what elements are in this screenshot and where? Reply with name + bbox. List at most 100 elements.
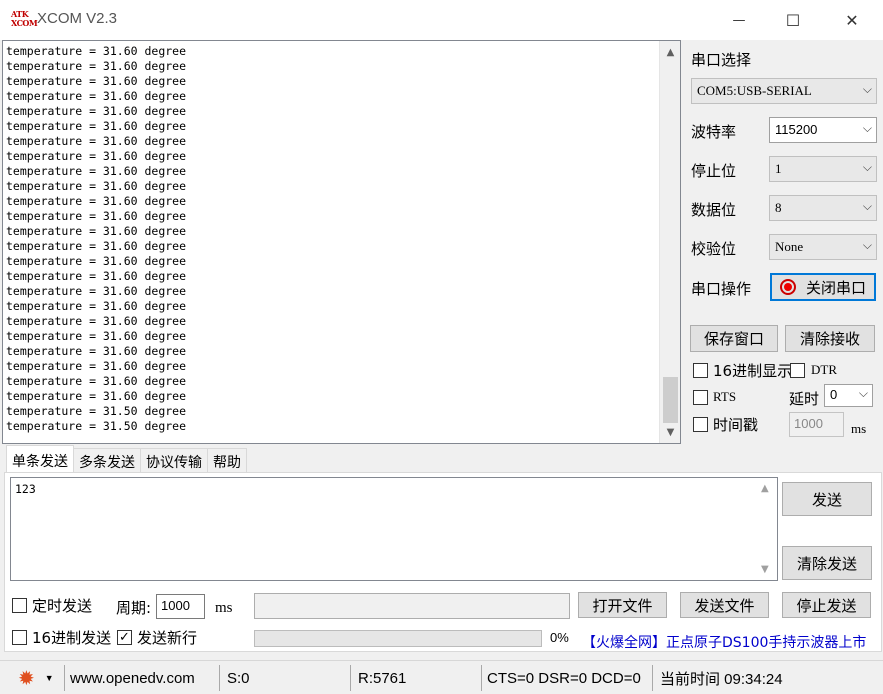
scroll-up-icon[interactable]: ▲ — [660, 43, 680, 61]
period-unit: ms — [215, 600, 233, 616]
timestamp-ms-input[interactable]: 1000 — [789, 412, 844, 437]
settings-menu-button[interactable]: ✹ ▼ — [18, 661, 54, 694]
status-bar: ✹ ▼ www.openedv.com S:0 R:5761 CTS=0 DSR… — [0, 660, 883, 694]
receive-line: temperature = 31.60 degree — [6, 194, 187, 208]
scroll-down-icon[interactable]: ▼ — [761, 564, 769, 575]
current-time: 当前时间 09:34:24 — [660, 670, 783, 688]
chevron-down-icon: ⌵ — [862, 199, 872, 213]
gear-icon: ✹ — [18, 667, 35, 690]
receive-line: temperature = 31.60 degree — [6, 299, 187, 313]
chevron-down-icon: ⌵ — [862, 82, 872, 96]
check-icon: ✓ — [119, 630, 130, 645]
chevron-down-icon: ▼ — [44, 673, 54, 683]
dtr-label: DTR — [811, 362, 837, 377]
stop-bits-value: 1 — [775, 161, 782, 176]
period-value: 1000 — [161, 598, 190, 613]
send-button[interactable]: 发送 — [782, 482, 872, 516]
clear-send-button[interactable]: 清除发送 — [782, 546, 872, 580]
promo-link[interactable]: 【火爆全网】正点原子DS100手持示波器上市 — [582, 632, 866, 652]
delay-select[interactable]: 0 ⌵ — [824, 384, 873, 407]
parity-label: 校验位 — [691, 240, 737, 258]
receive-line: temperature = 31.60 degree — [6, 284, 187, 298]
stop-bits-select[interactable]: 1 ⌵ — [769, 156, 877, 182]
receive-line: temperature = 31.60 degree — [6, 344, 187, 358]
delay-value: 0 — [830, 387, 838, 402]
period-input[interactable]: 1000 — [156, 594, 205, 619]
baud-select[interactable]: 115200 ⌵ — [769, 117, 877, 143]
scroll-thumb[interactable] — [663, 377, 678, 423]
receive-line: temperature = 31.60 degree — [6, 254, 187, 268]
save-window-button[interactable]: 保存窗口 — [690, 325, 778, 352]
timed-send-checkbox[interactable] — [12, 598, 27, 613]
receive-line: temperature = 31.60 degree — [6, 359, 187, 373]
receive-text: temperature = 31.60 degree temperature = … — [6, 44, 186, 434]
minimize-icon: — — [732, 12, 746, 28]
data-bits-select[interactable]: 8 ⌵ — [769, 195, 877, 221]
logo-bottom-text: XCOM — [11, 18, 38, 28]
received-count: R:5761 — [358, 669, 407, 687]
dtr-checkbox[interactable] — [790, 363, 805, 378]
data-bits-value: 8 — [775, 200, 782, 215]
file-path-input[interactable] — [254, 593, 570, 619]
receive-line: temperature = 31.60 degree — [6, 149, 187, 163]
clear-receive-button[interactable]: 清除接收 — [785, 325, 875, 352]
receive-scrollbar[interactable]: ▲ ▼ — [659, 41, 680, 443]
parity-select[interactable]: None ⌵ — [769, 234, 877, 260]
close-port-button[interactable]: 关闭串口 — [770, 273, 876, 301]
receive-line: temperature = 31.60 degree — [6, 269, 187, 283]
baud-value: 115200 — [775, 122, 818, 137]
hex-send-checkbox[interactable] — [12, 630, 27, 645]
hex-display-checkbox[interactable] — [693, 363, 708, 378]
send-file-button[interactable]: 发送文件 — [680, 592, 769, 618]
baud-label: 波特率 — [691, 123, 737, 141]
chevron-down-icon: ⌵ — [862, 121, 872, 135]
stop-send-label: 停止发送 — [796, 596, 857, 615]
tab-single-send[interactable]: 单条发送 — [6, 445, 74, 472]
open-file-label: 打开文件 — [592, 596, 653, 615]
minimize-button[interactable]: — — [716, 0, 762, 40]
data-bits-label: 数据位 — [691, 201, 737, 219]
receive-line: temperature = 31.50 degree — [6, 419, 187, 433]
receive-line: temperature = 31.60 degree — [6, 164, 187, 178]
receive-textarea[interactable]: temperature = 31.60 degree temperature = … — [2, 40, 681, 444]
maximize-button[interactable]: ☐ — [770, 0, 816, 40]
chevron-down-icon: ⌵ — [858, 386, 868, 400]
tab-protocol[interactable]: 协议传输 — [140, 448, 208, 472]
send-newline-checkbox[interactable]: ✓ — [117, 630, 132, 645]
scroll-up-icon[interactable]: ▲ — [761, 483, 769, 494]
app-logo: ATK XCOM — [11, 10, 38, 30]
close-icon: ✕ — [845, 10, 859, 30]
open-file-button[interactable]: 打开文件 — [578, 592, 667, 618]
port-operation-label: 串口操作 — [691, 280, 752, 298]
receive-line: temperature = 31.60 degree — [6, 239, 187, 253]
title-bar: ATK XCOM XCOM V2.3 — ☐ ✕ — [0, 0, 883, 40]
send-file-label: 发送文件 — [694, 596, 755, 615]
receive-line: temperature = 31.50 degree — [6, 404, 187, 418]
send-scrollbar[interactable]: ▲ ▼ — [757, 478, 777, 580]
scroll-down-icon[interactable]: ▼ — [660, 423, 680, 441]
port-select[interactable]: COM5:USB-SERIAL ⌵ — [691, 78, 877, 104]
delay-label: 延时 — [789, 390, 820, 408]
timestamp-checkbox[interactable] — [693, 417, 708, 432]
receive-line: temperature = 31.60 degree — [6, 74, 187, 88]
maximize-icon: ☐ — [785, 10, 801, 30]
receive-line: temperature = 31.60 degree — [6, 329, 187, 343]
rts-checkbox[interactable] — [693, 390, 708, 405]
send-textarea[interactable]: 123 ▲ ▼ — [10, 477, 778, 581]
close-port-label: 关闭串口 — [805, 278, 866, 297]
receive-line: temperature = 31.60 degree — [6, 119, 187, 133]
period-label: 周期: — [116, 599, 152, 617]
receive-line: temperature = 31.60 degree — [6, 314, 187, 328]
tab-help[interactable]: 帮助 — [207, 448, 247, 472]
parity-value: None — [775, 239, 804, 254]
status-separator — [64, 665, 65, 691]
send-newline-label: 发送新行 — [137, 629, 198, 647]
close-button[interactable]: ✕ — [829, 0, 875, 40]
tab-multi-send[interactable]: 多条发送 — [73, 448, 141, 472]
stop-send-button[interactable]: 停止发送 — [782, 592, 871, 618]
status-separator — [350, 665, 351, 691]
hex-send-label: 16进制发送 — [32, 629, 112, 647]
website-link[interactable]: www.openedv.com — [70, 661, 195, 694]
status-separator — [481, 665, 482, 691]
receive-line: temperature = 31.60 degree — [6, 89, 187, 103]
